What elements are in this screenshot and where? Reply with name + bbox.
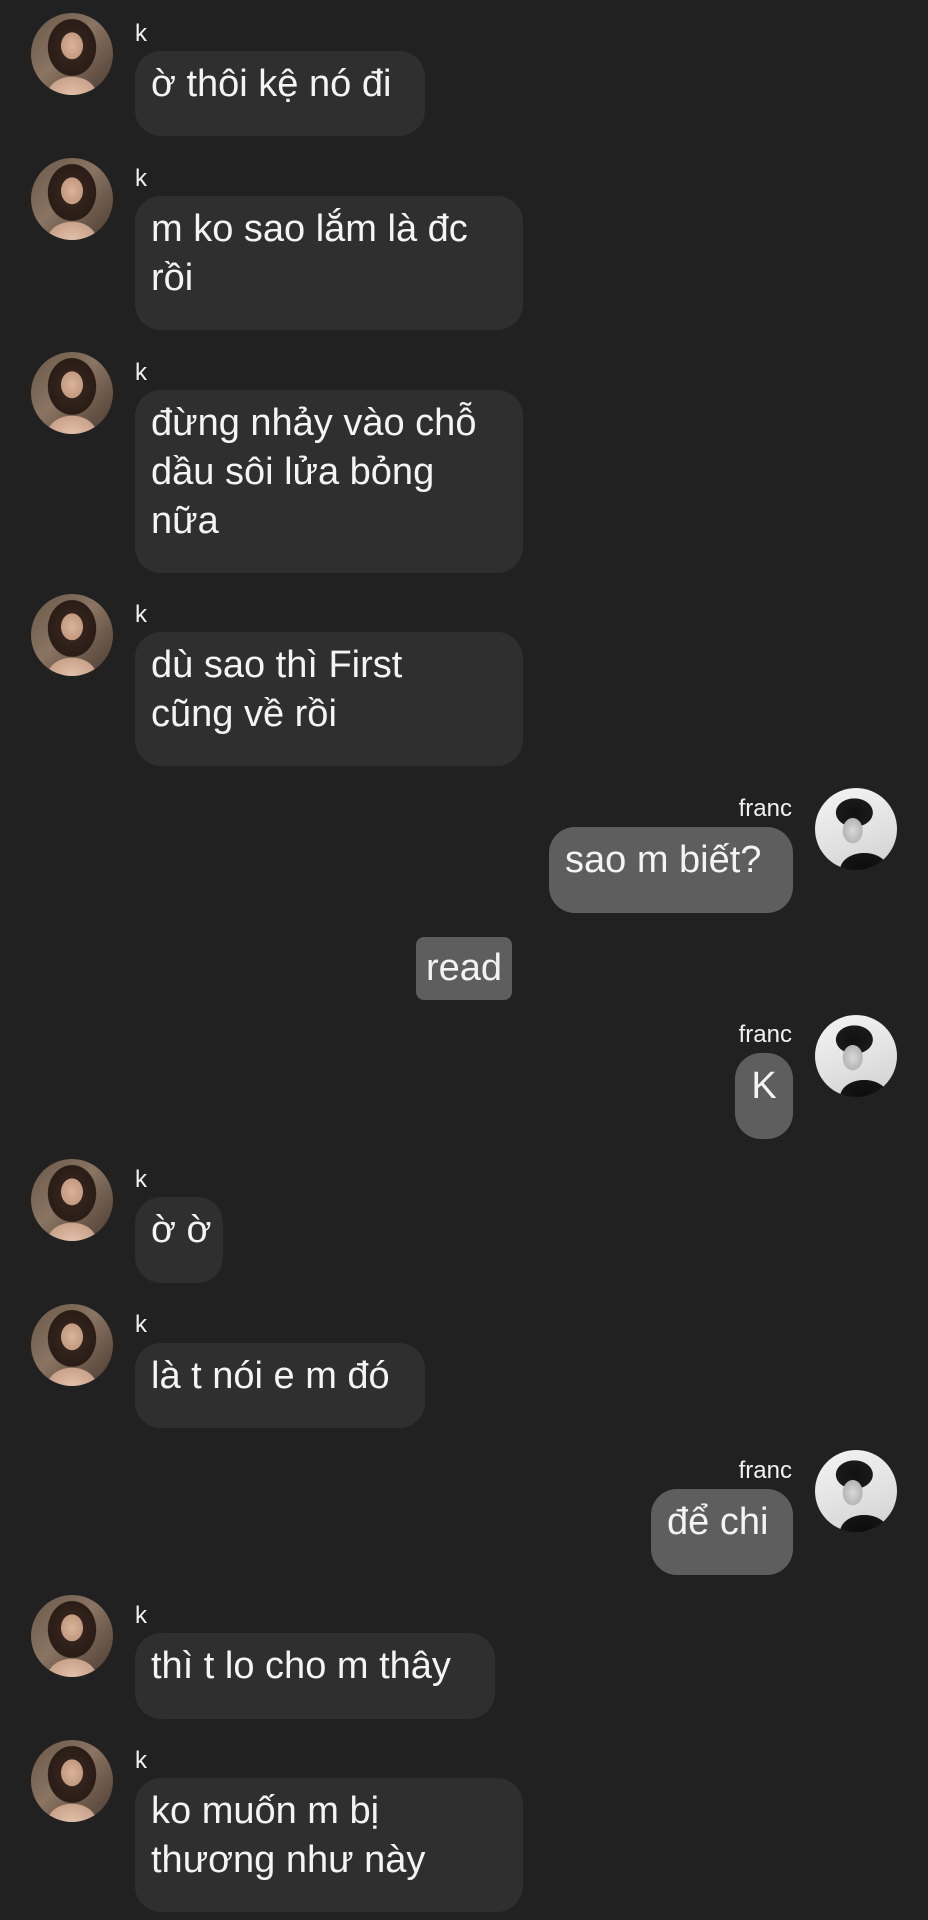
avatar-k[interactable] [31, 158, 113, 240]
message-bubble[interactable]: ờ thôi kệ nó đi [135, 51, 425, 136]
sender-name: franc [738, 1457, 792, 1484]
avatar-k[interactable] [31, 1740, 113, 1822]
message-bubble[interactable]: m ko sao lắm là đc rồi [135, 196, 523, 330]
sender-name: k [135, 1602, 147, 1629]
avatar-k[interactable] [31, 352, 113, 434]
avatar-k[interactable] [31, 1595, 113, 1677]
message-line: dù sao thì First [151, 644, 403, 686]
message-line: rồi [151, 257, 194, 299]
sender-name: k [135, 1747, 147, 1774]
message-line: để chi [667, 1501, 769, 1543]
avatar-k[interactable] [31, 1304, 113, 1386]
message-line: là t nói e m đó [151, 1355, 390, 1397]
message-line: K [751, 1065, 777, 1107]
sender-name: k [135, 359, 147, 386]
avatar-k[interactable] [31, 13, 113, 95]
sender-name: franc [738, 795, 792, 822]
message-bubble[interactable]: ờ ờ [135, 1197, 223, 1283]
sender-name: k [135, 601, 147, 628]
avatar-franc[interactable] [815, 1450, 897, 1532]
sender-name: franc [738, 1021, 792, 1048]
message-bubble[interactable]: K [735, 1053, 793, 1139]
avatar-k[interactable] [31, 1159, 113, 1241]
message-bubble[interactable]: đừng nhảy vào chỗ dầu sôi lửa bỏng nữa [135, 390, 523, 573]
sender-name: k [135, 20, 147, 47]
message-line: nữa [151, 500, 219, 542]
message-line: m ko sao lắm là đc [151, 208, 468, 250]
message-line: ko muốn m bị [151, 1790, 380, 1832]
message-line: ờ ờ [151, 1209, 212, 1251]
chat-thread: k ờ thôi kệ nó đi k m ko sao lắm là đc r… [0, 0, 928, 1920]
message-line: thì t lo cho m thây [151, 1645, 451, 1687]
avatar-franc[interactable] [815, 1015, 897, 1097]
message-bubble[interactable]: dù sao thì First cũng về rồi [135, 632, 523, 766]
sender-name: k [135, 1166, 147, 1193]
message-line: ờ thôi kệ nó đi [151, 63, 392, 105]
avatar-k[interactable] [31, 594, 113, 676]
sender-name: k [135, 165, 147, 192]
message-line: sao m biết? [565, 839, 762, 881]
message-bubble[interactable]: là t nói e m đó [135, 1343, 425, 1428]
avatar-franc[interactable] [815, 788, 897, 870]
message-line: dầu sôi lửa bỏng [151, 451, 435, 493]
message-bubble[interactable]: để chi [651, 1489, 793, 1575]
message-line: đừng nhảy vào chỗ [151, 402, 477, 444]
message-bubble[interactable]: sao m biết? [549, 827, 793, 913]
message-line: cũng về rồi [151, 693, 337, 735]
message-bubble[interactable]: thì t lo cho m thây [135, 1633, 495, 1719]
message-line: thương như này [151, 1839, 426, 1881]
message-bubble[interactable]: ko muốn m bị thương như này [135, 1778, 523, 1912]
sender-name: k [135, 1311, 147, 1338]
read-receipt: read [416, 937, 512, 1000]
